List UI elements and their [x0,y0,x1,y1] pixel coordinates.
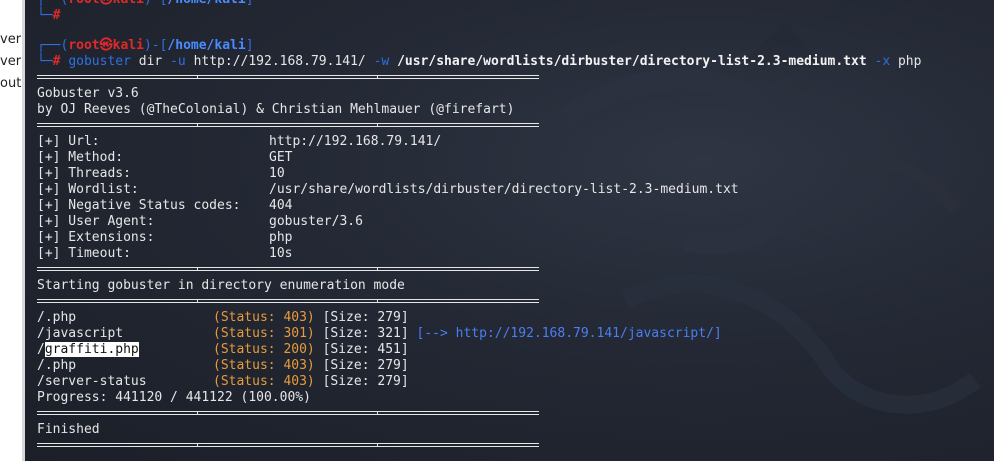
result-path: /.php [37,358,77,373]
separator-line [37,123,539,127]
terminal-window[interactable]: ┌──(root㉿kali)-[/home/kali] └─# ┌──(root… [25,0,994,461]
previous-prompt-line: ┌──(root㉿kali)-[/home/kali] [37,0,254,8]
result-path: /server-status [37,374,147,389]
result-row: /graffiti.php (Status: 200) [Size: 451] [37,342,409,358]
config-value: /usr/share/wordlists/dirbuster/directory… [269,182,739,197]
result-path-cell: /graffiti.php [37,342,213,358]
result-path: /javascript [37,326,124,341]
prompt-user: root㉿kali [68,38,144,53]
result-path: /.php [37,310,77,325]
starting-message: Starting gobuster in directory enumerati… [37,278,405,293]
result-size: [Size: 279] [322,374,409,389]
config-value: gobuster/3.6 [269,214,363,229]
config-key: [+] Timeout: [37,246,131,261]
background-text-line: ver [0,54,22,69]
result-status: (Status: 403) [213,358,315,373]
config-key: [+] Url: [37,134,100,149]
result-size: [Size: 279] [322,358,409,373]
command-program: gobuster [68,54,131,69]
command-flag: -x [874,54,891,69]
result-row: /server-status (Status: 403) [Size: 279] [37,374,409,390]
config-key: [+] Negative Status codes: [37,198,241,213]
config-row: [+] Threads: 10 [37,166,285,182]
separator-line [37,299,539,303]
result-size: [Size: 451] [322,342,409,357]
result-status: (Status: 301) [213,326,315,341]
config-row: [+] Url: http://192.168.79.141/ [37,134,441,150]
result-row: /.php (Status: 403) [Size: 279] [37,310,409,326]
result-size: [Size: 321] [322,326,409,341]
command-url: http://192.168.79.141/ [193,54,366,69]
background-text-line: out [0,76,22,91]
background-text-line: ver [0,32,22,47]
config-key: [+] Method: [37,150,124,165]
config-row: [+] Extensions: php [37,230,292,246]
separator-line [37,443,539,447]
config-value: GET [269,150,293,165]
progress-line: Progress: 441120 / 441122 (100.00%) [37,390,311,405]
result-size: [Size: 279] [322,310,409,325]
separator-line [37,411,539,415]
config-value: 10 [269,166,285,181]
result-path: / [37,342,45,357]
config-row: [+] Method: GET [37,150,292,166]
config-key: [+] Wordlist: [37,182,139,197]
command-wordlist: /usr/share/wordlists/dirbuster/directory… [397,54,867,69]
config-value: 404 [269,198,293,213]
result-status: (Status: 403) [213,374,315,389]
shell-prompt: ┌──(root㉿kali)-[/home/kali] [37,38,254,54]
prompt-corner: └─ [37,54,53,69]
result-status: (Status: 403) [213,310,315,325]
config-row: [+] Timeout: 10s [37,246,292,262]
command-flag: -u [170,54,186,69]
result-status: (Status: 200) [213,342,315,357]
command-subcommand: dir [138,54,163,69]
config-row: [+] User Agent: gobuster/3.6 [37,214,363,230]
separator-line [37,75,539,79]
separator-line [37,267,539,271]
config-value: php [269,230,293,245]
prompt-bracket: ┌──( [37,38,69,53]
prompt-bracket: )-[ [143,38,168,53]
config-value: 10s [269,246,293,261]
result-row: /javascript (Status: 301) [Size: 321] [--… [37,326,722,342]
previous-prompt-hash: └─# [37,8,61,23]
prompt-directory: /home/kali [167,38,246,53]
config-row: [+] Wordlist: /usr/share/wordlists/dirbus… [37,182,739,198]
command-flag: -w [373,54,390,69]
result-redirect: [--> http://192.168.79.141/javascript/] [416,326,722,341]
config-key: [+] Extensions: [37,230,155,245]
banner-version: Gobuster v3.6 [37,86,139,101]
config-key: [+] Threads: [37,166,131,181]
prompt-bracket: ] [245,38,254,53]
selected-text[interactable]: graffiti.php [44,342,139,357]
config-value: http://192.168.79.141/ [269,134,442,149]
config-row: [+] Negative Status codes: 404 [37,198,292,214]
background-window-text: ver ver out [0,0,22,461]
command-line[interactable]: └─# gobuster dir -u http://192.168.79.14… [37,54,921,70]
banner-authors: by OJ Reeves (@TheColonial) & Christian … [37,102,515,117]
finished-message: Finished [37,422,100,437]
result-row: /.php (Status: 403) [Size: 279] [37,358,409,374]
command-extension: php [897,54,922,69]
prompt-hash: # [52,54,61,69]
config-key: [+] User Agent: [37,214,155,229]
